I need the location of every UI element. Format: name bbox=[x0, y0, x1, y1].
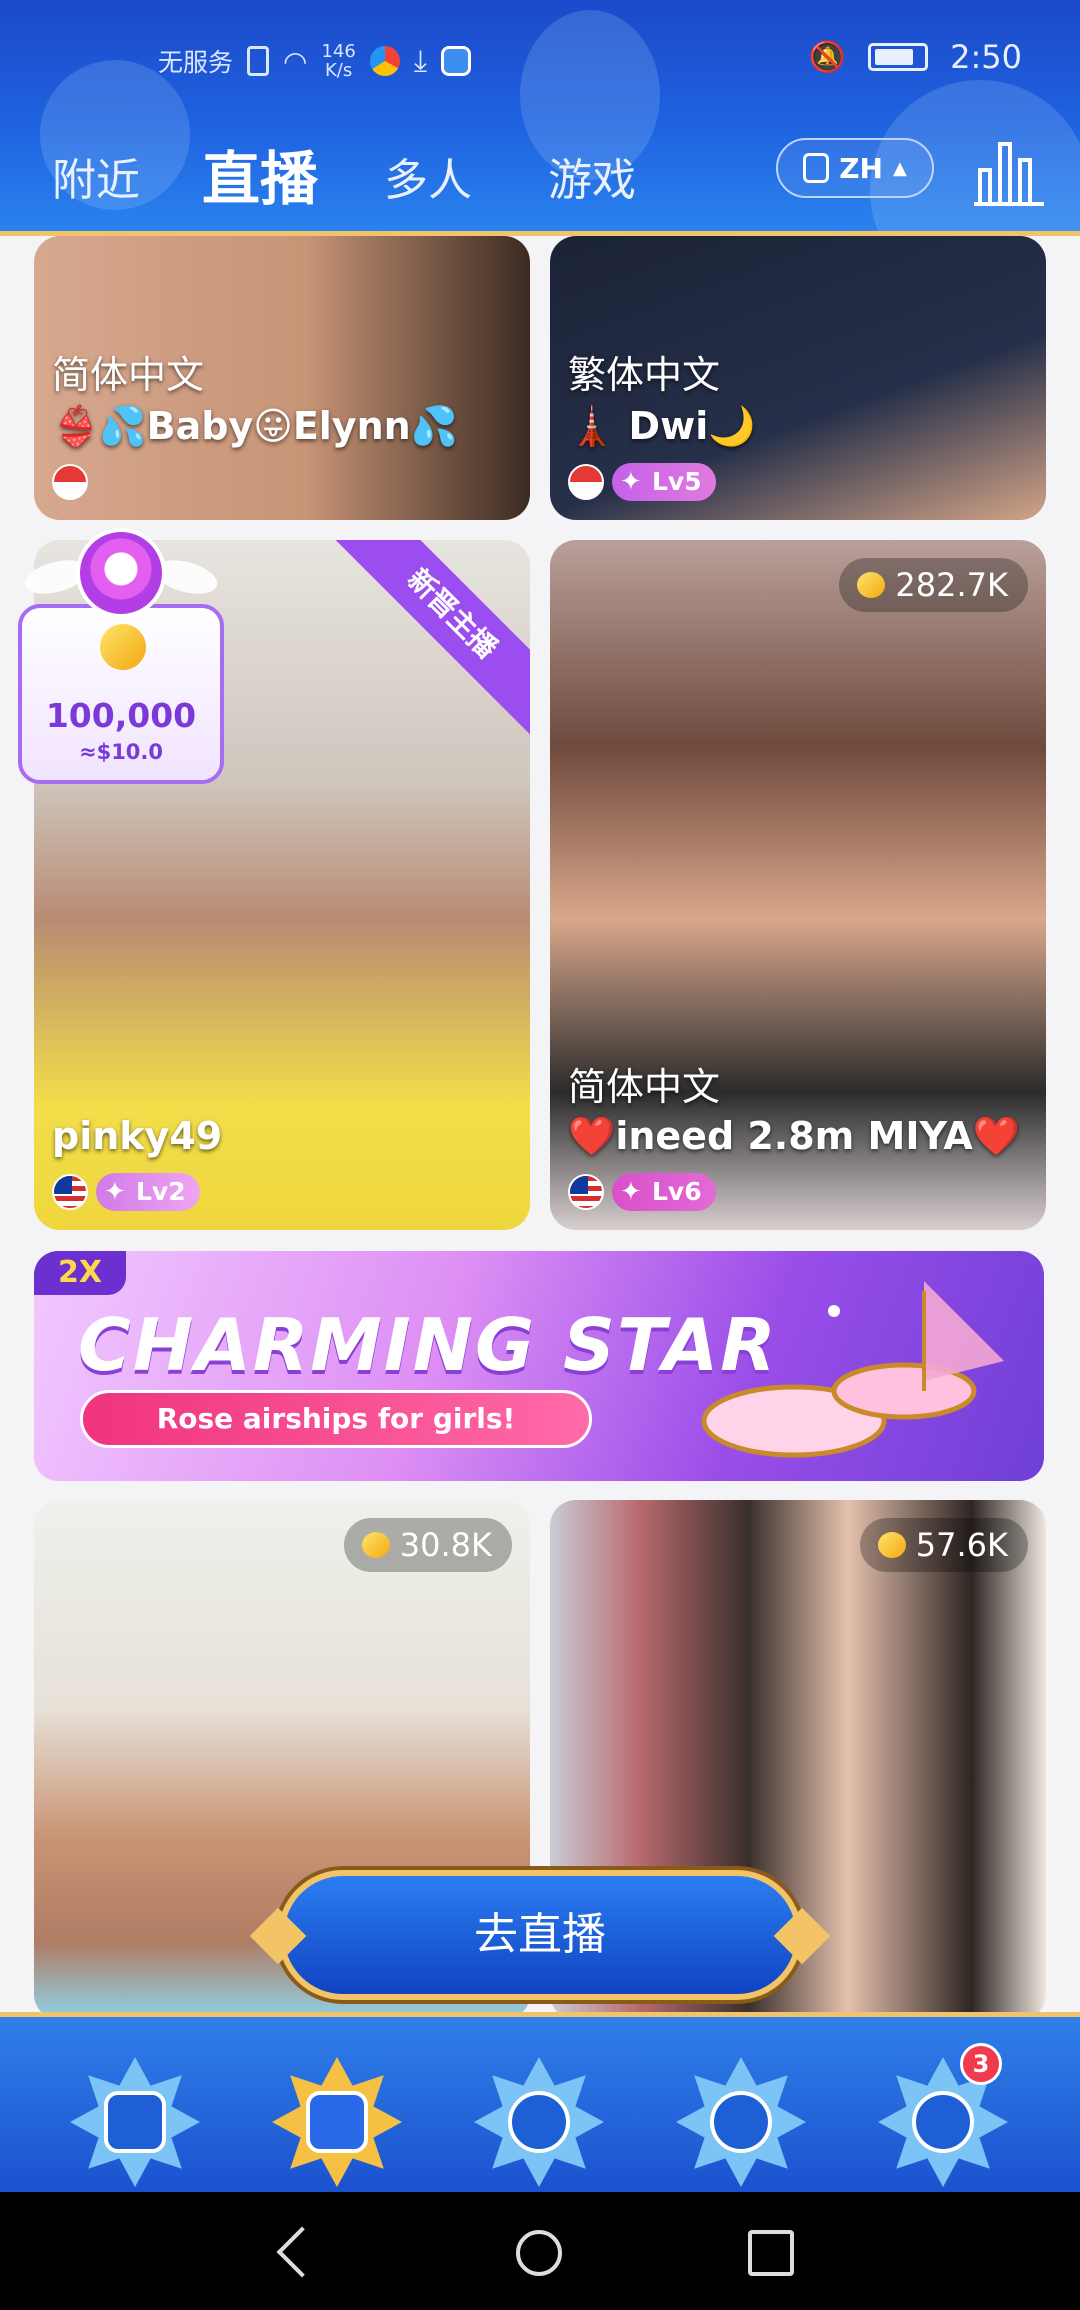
new-streamer-ribbon: 新晋主播 bbox=[324, 540, 530, 742]
profile-icon bbox=[912, 2091, 974, 2153]
nav-item-live[interactable] bbox=[272, 2057, 402, 2187]
carrier-text: 无服务 bbox=[158, 48, 234, 77]
viewer-count: 57.6K bbox=[859, 1518, 1028, 1572]
nav-item-party[interactable] bbox=[474, 2057, 604, 2187]
streamer-name: 👙💦Baby😛Elynn💦 bbox=[52, 404, 458, 448]
level-badge: Lv2 bbox=[96, 1173, 200, 1211]
notification-badge: 3 bbox=[960, 2043, 1002, 2085]
streamer-name: ❤️ineed 2.8m MIYA❤️ bbox=[568, 1114, 1021, 1158]
coin-icon bbox=[100, 624, 146, 670]
event-banner[interactable]: 2X CHARMING STAR Rose airships for girls… bbox=[34, 1251, 1044, 1481]
mute-bell-icon: 🔕 bbox=[808, 39, 847, 75]
go-live-button[interactable]: 去直播 bbox=[278, 1870, 802, 2000]
mascot-icon bbox=[76, 528, 166, 618]
live-tv-icon bbox=[306, 2091, 368, 2153]
category-tabs: 附近 直播 多人 游戏 ZH ▲ bbox=[0, 130, 1080, 213]
banner-title: CHARMING STAR bbox=[78, 1303, 778, 1387]
status-bar: 无服务 ◠ 146 K/s ⤓ 🔕 2:50 bbox=[0, 34, 1080, 84]
country-flag-sg bbox=[52, 464, 88, 500]
airship-illustration bbox=[701, 1281, 1004, 1458]
tab-live[interactable]: 直播 bbox=[202, 132, 318, 216]
speed-unit: K/s bbox=[325, 60, 353, 81]
caret-up-icon: ▲ bbox=[892, 157, 907, 179]
banner-subtitle: Rose airships for girls! bbox=[80, 1390, 592, 1448]
streamer-name: 🗼 Dwi🌙 bbox=[568, 404, 756, 448]
speed-value: 146 bbox=[321, 41, 356, 62]
level-badge: Lv5 bbox=[612, 463, 716, 501]
language-switch-button[interactable]: ZH ▲ bbox=[776, 138, 934, 198]
language-label: ZH bbox=[839, 151, 883, 185]
wifi-icon: ◠ bbox=[283, 44, 308, 78]
top-header: 无服务 ◠ 146 K/s ⤓ 🔕 2:50 附近 直播 多人 游戏 ZH ▲ bbox=[0, 0, 1080, 236]
stream-language: 简体中文 bbox=[568, 1065, 721, 1109]
clock-time: 2:50 bbox=[950, 38, 1022, 76]
reward-usd: ≈$10.0 bbox=[78, 740, 164, 764]
alert-icon bbox=[247, 46, 270, 76]
battery-icon bbox=[868, 43, 929, 71]
stream-card-2[interactable]: 繁体中文 🗼 Dwi🌙 Lv5 bbox=[550, 236, 1046, 520]
stream-language: 繁体中文 bbox=[568, 353, 721, 397]
reward-amount: 100,000 bbox=[45, 696, 197, 735]
tab-nearby[interactable]: 附近 bbox=[52, 144, 140, 208]
level-badge: Lv6 bbox=[612, 1173, 716, 1211]
stream-language: 简体中文 bbox=[52, 353, 205, 397]
ranking-icon[interactable] bbox=[974, 136, 1044, 206]
party-users-icon bbox=[508, 2091, 570, 2153]
network-speed: 146 K/s bbox=[321, 42, 355, 80]
app-root: 无服务 ◠ 146 K/s ⤓ 🔕 2:50 附近 直播 多人 游戏 ZH ▲ … bbox=[0, 0, 1080, 2310]
reward-popup[interactable]: 100,000 ≈$10.0 bbox=[18, 528, 224, 784]
app-notification-icon bbox=[441, 46, 472, 76]
viewer-count: 30.8K bbox=[343, 1518, 512, 1572]
recent-apps-icon[interactable] bbox=[748, 2230, 794, 2276]
download-icon: ⤓ bbox=[413, 43, 428, 79]
bottom-navigation: 3 bbox=[0, 2012, 1080, 2192]
planet-icon bbox=[710, 2091, 772, 2153]
country-flag-my bbox=[52, 1174, 88, 1210]
viewer-count: 282.7K bbox=[839, 558, 1028, 612]
tab-multi[interactable]: 多人 bbox=[384, 144, 472, 208]
country-flag-id bbox=[568, 464, 604, 500]
browser-app-icon bbox=[369, 46, 400, 76]
streamer-name: pinky49 bbox=[52, 1114, 223, 1158]
banner-multiplier: 2X bbox=[34, 1251, 126, 1295]
country-flag-my bbox=[568, 1174, 604, 1210]
nav-item-camera[interactable] bbox=[70, 2057, 200, 2187]
nav-item-profile[interactable]: 3 bbox=[878, 2043, 1008, 2187]
camera-moon-icon bbox=[104, 2091, 166, 2153]
translate-icon bbox=[803, 153, 830, 183]
nav-item-explore[interactable] bbox=[676, 2057, 806, 2187]
home-icon[interactable] bbox=[516, 2230, 562, 2276]
stream-card-1[interactable]: 简体中文 👙💦Baby😛Elynn💦 bbox=[34, 236, 530, 520]
stream-card-4[interactable]: 282.7K 简体中文 ❤️ineed 2.8m MIYA❤️ Lv6 bbox=[550, 540, 1046, 1230]
tab-games[interactable]: 游戏 bbox=[548, 144, 636, 208]
system-navigation-bar bbox=[0, 2192, 1080, 2310]
back-icon[interactable] bbox=[276, 2226, 328, 2278]
